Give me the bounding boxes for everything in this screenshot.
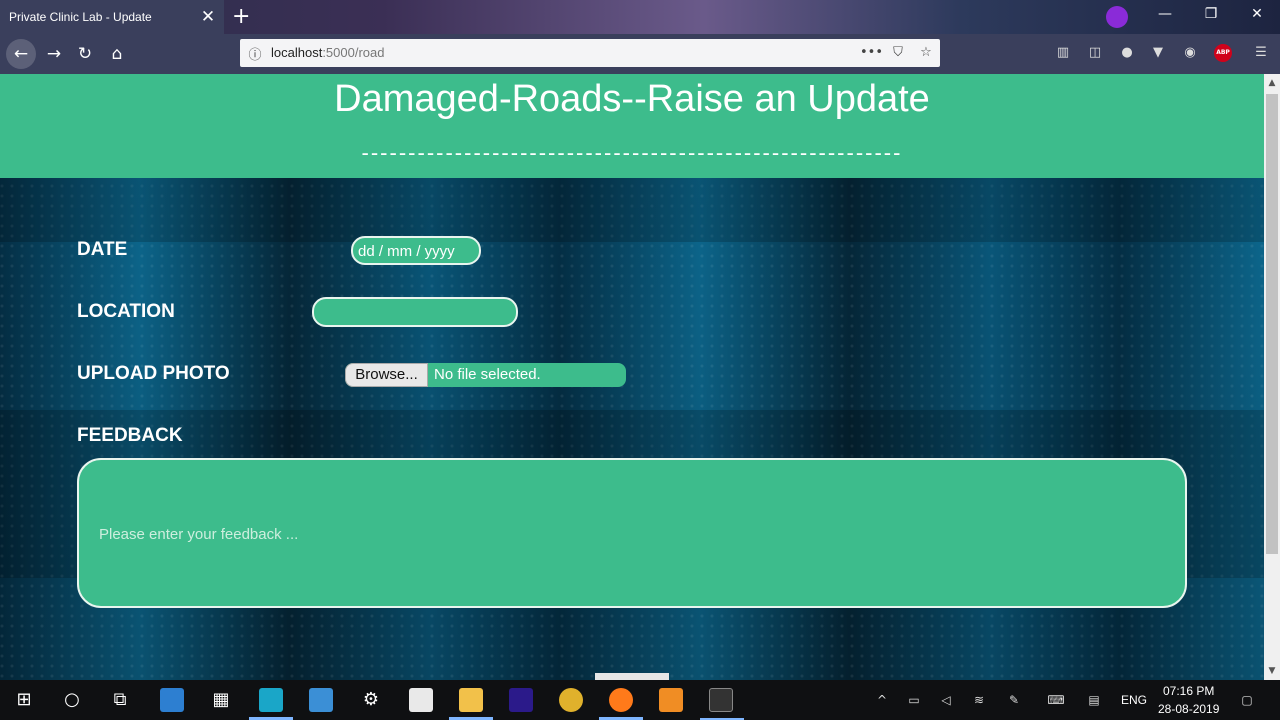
windows-start-icon[interactable]: ⊞ xyxy=(12,688,36,712)
home-icon[interactable]: ⌂ xyxy=(105,42,129,66)
scroll-down-icon[interactable]: ▼ xyxy=(1264,662,1280,680)
store-icon[interactable] xyxy=(409,688,433,712)
nav-bar: ← → ↻ ⌂ ⓘ localhost:5000/road ••• ⛉ ☆ ▥ … xyxy=(0,34,1280,74)
reload-icon[interactable]: ↻ xyxy=(73,42,97,66)
page-header: Damaged-Roads--Raise an Update ---------… xyxy=(0,74,1264,178)
browse-button[interactable]: Browse... xyxy=(345,363,428,387)
news-icon[interactable] xyxy=(309,688,333,712)
wifi-icon[interactable]: ≋ xyxy=(970,691,988,709)
keyboard-icon[interactable]: ⌨ xyxy=(1044,691,1068,709)
url-bar[interactable]: ⓘ localhost:5000/road ••• ⛉ ☆ xyxy=(240,39,940,67)
pen-icon[interactable]: ✎ xyxy=(1005,691,1023,709)
battery-icon[interactable]: ▭ xyxy=(905,691,923,709)
extension-icon[interactable]: ▼ xyxy=(1148,43,1168,63)
chrome-icon[interactable] xyxy=(559,688,583,712)
browser-tab[interactable]: Private Clinic Lab - Update ✕ xyxy=(0,0,224,34)
firefox-icon[interactable] xyxy=(599,688,643,720)
tablet-icon[interactable]: ▤ xyxy=(1085,691,1103,709)
volume-icon[interactable]: ◁ xyxy=(937,691,955,709)
clock-time[interactable]: 07:16 PM xyxy=(1163,684,1214,698)
restore-icon[interactable]: ❐ xyxy=(1199,6,1223,28)
adblock-icon[interactable]: ABP xyxy=(1214,44,1232,62)
calculator-icon[interactable]: ▦ xyxy=(209,688,233,712)
new-tab-plus-icon[interactable]: + xyxy=(232,4,250,29)
feedback-textarea[interactable]: Please enter your feedback ... xyxy=(77,458,1187,608)
terminal-icon[interactable] xyxy=(700,688,744,720)
photo-file-input[interactable]: Browse... No file selected. xyxy=(345,363,626,387)
folder-icon[interactable] xyxy=(449,688,493,720)
page-content: Damaged-Roads--Raise an Update ---------… xyxy=(0,74,1264,680)
upload-photo-label: UPLOAD PHOTO xyxy=(77,363,230,384)
private-mask-icon xyxy=(1106,6,1128,28)
url-text[interactable]: localhost:5000/road xyxy=(271,45,384,60)
vertical-scrollbar[interactable]: ▲ ▼ xyxy=(1264,74,1280,680)
minimize-icon[interactable]: — xyxy=(1153,6,1177,28)
pocket-icon[interactable]: ⛉ xyxy=(888,43,908,63)
close-icon[interactable]: ✕ xyxy=(200,7,216,26)
tab-bar: Private Clinic Lab - Update ✕ + — ❐ ✕ xyxy=(0,0,1280,34)
amazon-music-icon[interactable] xyxy=(509,688,533,712)
taskbar: ⊞ ○ ⧉ ▦ ⚙ ^ ▭ ◁ ≋ ✎ ⌨ ▤ ENG 07:16 PM 28-… xyxy=(0,680,1280,720)
date-input[interactable]: dd / mm / yyyy xyxy=(351,236,481,265)
extension-icon-2[interactable]: ◉ xyxy=(1180,43,1200,63)
title-divider: ----------------------------------------… xyxy=(361,140,903,165)
shade-band xyxy=(0,178,1264,242)
sublime-text-icon[interactable] xyxy=(659,688,683,712)
cortana-icon[interactable]: ○ xyxy=(60,688,84,712)
date-label: DATE xyxy=(77,239,128,260)
star-icon[interactable]: ☆ xyxy=(916,43,936,63)
show-hidden-icons-icon[interactable]: ^ xyxy=(873,691,891,709)
location-input[interactable] xyxy=(312,297,518,327)
back-icon[interactable]: ← xyxy=(6,39,36,69)
forward-icon[interactable]: → xyxy=(42,42,66,66)
scroll-up-icon[interactable]: ▲ xyxy=(1264,74,1280,92)
sidebar-icon[interactable]: ◫ xyxy=(1085,43,1105,63)
more-icon[interactable]: ••• xyxy=(860,43,883,63)
clock-date[interactable]: 28-08-2019 xyxy=(1158,702,1219,716)
notifications-icon[interactable]: ▢ xyxy=(1238,691,1256,709)
file-status-text: No file selected. xyxy=(434,366,541,383)
file-explorer-icon[interactable] xyxy=(160,688,184,712)
library-icon[interactable]: ▥ xyxy=(1053,43,1073,63)
horizontal-scroll-tab xyxy=(595,673,669,680)
settings-gear-icon[interactable]: ⚙ xyxy=(359,688,383,712)
info-icon[interactable]: ⓘ xyxy=(247,44,263,63)
close-window-icon[interactable]: ✕ xyxy=(1245,6,1269,28)
feedback-label: FEEDBACK xyxy=(77,425,183,446)
whatsapp-icon[interactable] xyxy=(249,688,293,720)
task-view-icon[interactable]: ⧉ xyxy=(108,688,132,712)
menu-icon[interactable]: ☰ xyxy=(1251,43,1271,63)
page-title: Damaged-Roads--Raise an Update xyxy=(334,78,930,120)
tab-title: Private Clinic Lab - Update xyxy=(9,10,152,24)
scrollbar-thumb[interactable] xyxy=(1266,94,1278,554)
language-indicator[interactable]: ENG xyxy=(1121,693,1147,707)
account-icon[interactable]: ● xyxy=(1117,43,1137,63)
location-label: LOCATION xyxy=(77,301,175,322)
